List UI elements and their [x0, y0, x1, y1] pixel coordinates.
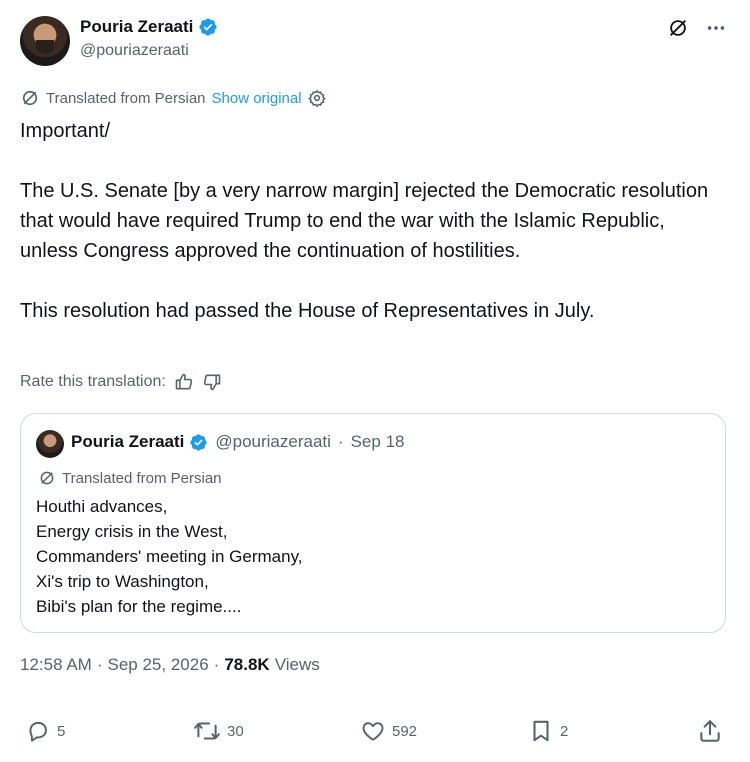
quote-separator: · — [337, 432, 344, 451]
author-avatar[interactable] — [20, 16, 70, 66]
bookmark-icon — [533, 720, 549, 742]
share-icon — [700, 720, 720, 742]
author-name-row[interactable]: Pouria Zeraati — [80, 17, 218, 37]
translate-icon — [22, 90, 38, 106]
quote-author-name[interactable]: Pouria Zeraati — [71, 432, 184, 452]
repost-icon — [194, 722, 220, 740]
verified-badge-icon — [190, 433, 207, 451]
repost-count: 30 — [227, 722, 244, 740]
author-handle[interactable]: @pouriazeraati — [80, 42, 189, 60]
translation-bar: Translated from Persian Show original — [20, 88, 326, 108]
gear-icon[interactable] — [307, 89, 326, 107]
heart-icon — [362, 722, 384, 741]
translate-icon — [40, 471, 54, 485]
quoted-tweet[interactable]: Pouria Zeraati @pouriazeraati · Sep 18 T… — [20, 413, 726, 633]
bookmark-count: 2 — [560, 722, 569, 740]
thumbs-down-icon[interactable] — [202, 372, 222, 392]
rate-label: Rate this translation: — [20, 373, 166, 390]
quote-text: Houthi advances, Energy crisis in the We… — [36, 497, 303, 616]
tweet-date[interactable]: Sep 25, 2026 — [108, 655, 209, 675]
show-original-link[interactable]: Show original — [212, 90, 302, 107]
thumbs-up-icon[interactable] — [174, 372, 194, 392]
tweet-time[interactable]: 12:58 AM — [20, 655, 92, 675]
meta-separator: · — [213, 655, 220, 674]
quote-translated-label: Translated from Persian — [62, 469, 222, 487]
tweet-meta: 12:58 AM · Sep 25, 2026 · 78.8K Views — [20, 655, 320, 675]
views-label: Views — [274, 655, 320, 674]
author-name[interactable]: Pouria Zeraati — [80, 17, 193, 37]
reply-icon — [29, 721, 47, 742]
quote-date[interactable]: Sep 18 — [351, 432, 405, 452]
like-button[interactable]: 592 — [360, 718, 417, 744]
share-button[interactable] — [697, 718, 723, 744]
rate-translation: Rate this translation: — [20, 372, 222, 392]
grok-icon[interactable] — [666, 16, 690, 40]
action-bar: 5 30 592 2 — [0, 716, 750, 748]
more-options-icon[interactable] — [704, 16, 728, 40]
reply-count: 5 — [57, 722, 66, 740]
meta-separator: · — [96, 655, 103, 674]
bookmark-button[interactable]: 2 — [528, 718, 568, 744]
verified-badge-icon — [199, 18, 217, 36]
quote-avatar[interactable] — [36, 430, 64, 458]
top-actions — [666, 16, 728, 40]
quote-header: Pouria Zeraati @pouriazeraati · Sep 18 — [71, 432, 404, 452]
quote-translation-bar: Translated from Persian — [38, 469, 222, 487]
like-count: 592 — [392, 722, 418, 740]
tweet-text: Important/ The U.S. Senate [by a very na… — [20, 120, 709, 322]
translated-label: Translated from Persian — [46, 89, 206, 107]
views-count: 78.8K — [224, 655, 270, 674]
reply-button[interactable]: 5 — [25, 718, 65, 744]
repost-button[interactable]: 30 — [193, 718, 244, 744]
quote-handle[interactable]: @pouriazeraati — [215, 432, 331, 452]
